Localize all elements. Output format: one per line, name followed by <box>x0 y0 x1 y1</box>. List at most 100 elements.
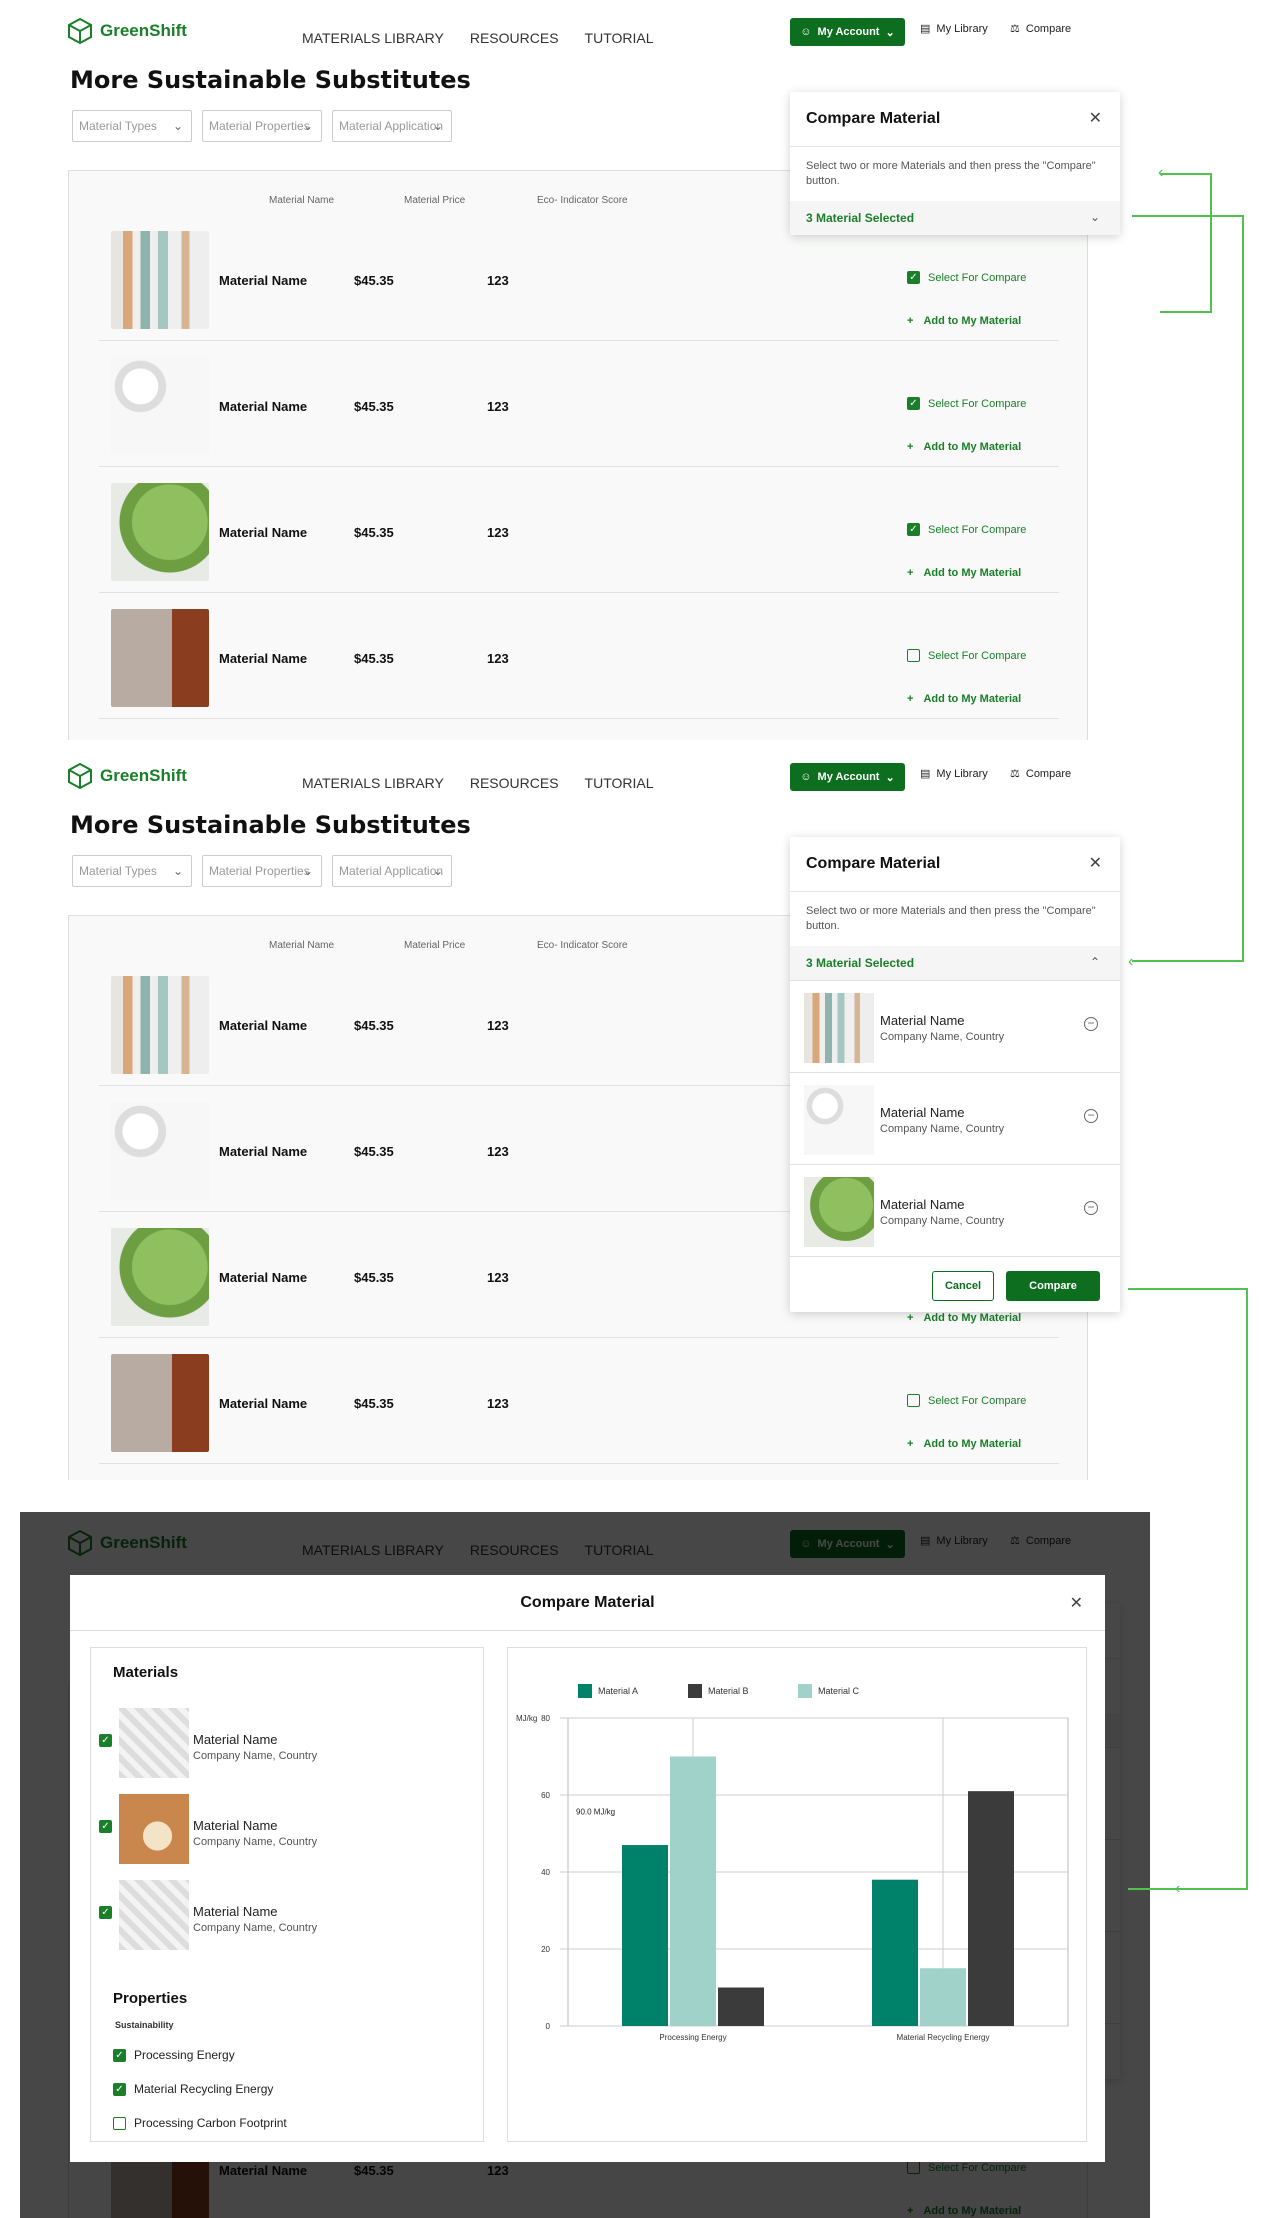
checkbox[interactable]: ✓ <box>907 397 920 410</box>
add-to-my-material[interactable]: + Add to My Material <box>907 1312 1021 1324</box>
selected-toggle[interactable]: 3 Material Selected ⌃ <box>790 946 1120 980</box>
table-row: Material Name $45.35 123 ✓ Select For Com… <box>99 343 1059 467</box>
menu-item[interactable]: TUTORIAL <box>585 775 654 791</box>
filter-dropdown[interactable]: Material Properties⌄ <box>202 110 322 142</box>
bar <box>718 1987 764 2026</box>
checkbox[interactable]: ✓ <box>99 1734 112 1747</box>
close-icon[interactable]: ✕ <box>1089 108 1102 128</box>
checkbox[interactable]: ✓ <box>99 1906 112 1919</box>
y-tick-label: 20 <box>541 1945 550 1954</box>
close-icon[interactable]: ✕ <box>1070 1593 1083 1613</box>
y-tick-label: 60 <box>541 1791 550 1800</box>
material-thumbnail[interactable] <box>111 483 209 581</box>
select-for-compare[interactable]: ✓ Select For Compare <box>907 523 1026 536</box>
filter-label: Material Properties <box>209 864 310 878</box>
add-label: Add to My Material <box>923 1312 1022 1324</box>
material-price: $45.35 <box>354 399 394 414</box>
company-name: Company Name, Country <box>193 1922 318 1934</box>
my-library-link[interactable]: ▤ My Library <box>920 22 988 36</box>
menu-item[interactable]: TUTORIAL <box>585 30 654 46</box>
table-row: Material Name $45.35 123 Select For Comp… <box>99 1340 1059 1464</box>
compare-link[interactable]: ⚖ Compare <box>1010 767 1071 781</box>
account-label: My Account <box>817 26 880 38</box>
compare-link[interactable]: ⚖ Compare <box>1010 22 1071 36</box>
eco-score: 123 <box>487 1270 509 1285</box>
checkbox[interactable] <box>907 649 920 662</box>
checkbox[interactable] <box>907 1394 920 1407</box>
material-thumbnail[interactable] <box>111 976 209 1074</box>
add-to-my-material[interactable]: + Add to My Material <box>907 1438 1021 1450</box>
property-option[interactable]: ✓ Processing Energy <box>113 2048 235 2062</box>
filter-dropdown[interactable]: Material Properties⌄ <box>202 855 322 887</box>
menu-item[interactable]: MATERIALS LIBRARY <box>302 775 444 791</box>
filter-label: Material Types <box>79 864 157 878</box>
checkbox[interactable]: ✓ <box>113 2048 126 2062</box>
material-thumbnail[interactable] <box>111 1354 209 1452</box>
filter-dropdown[interactable]: Material Application⌄ <box>332 855 452 887</box>
checkbox[interactable] <box>113 2116 126 2130</box>
connector-arrow <box>1128 1288 1248 1890</box>
cancel-button[interactable]: Cancel <box>932 1271 994 1301</box>
material-name: Material Name <box>219 399 308 414</box>
filter-dropdown[interactable]: Material Types ⌄ <box>72 855 192 887</box>
material-price: $45.35 <box>354 525 394 540</box>
add-to-my-material[interactable]: + Add to My Material <box>907 693 1021 705</box>
add-label: Add to My Material <box>923 693 1022 705</box>
material-thumbnail <box>119 1880 189 1950</box>
plus-icon: + <box>907 315 914 327</box>
brand-logo[interactable]: GreenShift <box>68 18 187 44</box>
material-thumbnail[interactable] <box>111 609 209 707</box>
close-icon[interactable]: ✕ <box>1089 853 1102 873</box>
main-menu: MATERIALS LIBRARY RESOURCES TUTORIAL <box>302 775 654 791</box>
material-name: Material Name <box>219 1144 308 1159</box>
checkbox[interactable]: ✓ <box>907 271 920 284</box>
remove-icon[interactable]: − <box>1084 1017 1098 1031</box>
property-label: Material Recycling Energy <box>134 2082 274 2096</box>
selected-toggle[interactable]: 3 Material Selected ⌄ <box>790 201 1120 235</box>
material-thumbnail[interactable] <box>111 1228 209 1326</box>
chart-annotation: 90.0 MJ/kg <box>576 1807 615 1816</box>
select-label: Select For Compare <box>928 649 1027 662</box>
select-for-compare[interactable]: ✓ Select For Compare <box>907 397 1026 410</box>
user-icon: ☺ <box>800 771 812 783</box>
my-library-link[interactable]: ▤ My Library <box>920 767 988 781</box>
selected-material: Material Name Company Name, Country − <box>790 980 1120 1072</box>
my-account-button[interactable]: ☺ My Account ⌄ <box>790 763 905 791</box>
checkbox[interactable]: ✓ <box>907 523 920 536</box>
menu-item[interactable]: MATERIALS LIBRARY <box>302 30 444 46</box>
my-account-button[interactable]: ☺ My Account ⌄ <box>790 18 905 46</box>
material-name: Material Name <box>219 651 308 666</box>
compare-button[interactable]: Compare <box>1006 1271 1100 1301</box>
checkbox[interactable]: ✓ <box>99 1820 112 1833</box>
arrow-head-icon: ‹ <box>1128 953 1134 970</box>
material-thumbnail[interactable] <box>111 1102 209 1200</box>
filter-dropdown[interactable]: Material Types ⌄ <box>72 110 192 142</box>
checkbox[interactable]: ✓ <box>113 2082 126 2096</box>
brand-logo[interactable]: GreenShift <box>68 763 187 789</box>
select-for-compare[interactable]: Select For Compare <box>907 649 1026 662</box>
remove-icon[interactable]: − <box>1084 1109 1098 1123</box>
property-option[interactable]: Processing Carbon Footprint <box>113 2116 287 2130</box>
panel-title: Compare Material <box>790 92 1120 147</box>
material-thumbnail[interactable] <box>111 231 209 329</box>
add-to-my-material[interactable]: + Add to My Material <box>907 441 1021 453</box>
y-tick-label: 80 <box>541 1714 550 1723</box>
add-to-my-material[interactable]: + Add to My Material <box>907 315 1021 327</box>
select-for-compare[interactable]: Select For Compare <box>907 1394 1026 1407</box>
y-tick-label: 0 <box>546 2022 551 2031</box>
material-thumbnail[interactable] <box>111 357 209 455</box>
add-label: Add to My Material <box>923 441 1022 453</box>
filter-dropdown[interactable]: Material Application⌄ <box>332 110 452 142</box>
brand-name: GreenShift <box>100 21 187 40</box>
add-to-my-material[interactable]: + Add to My Material <box>907 567 1021 579</box>
properties-heading: Properties <box>113 1990 188 2007</box>
select-for-compare[interactable]: ✓ Select For Compare <box>907 271 1026 284</box>
eco-score: 123 <box>487 651 509 666</box>
remove-icon[interactable]: − <box>1084 1201 1098 1215</box>
company-name: Company Name, Country <box>193 1836 318 1848</box>
menu-item[interactable]: RESOURCES <box>470 30 559 46</box>
material-price: $45.35 <box>354 1270 394 1285</box>
menu-item[interactable]: RESOURCES <box>470 775 559 791</box>
property-option[interactable]: ✓ Material Recycling Energy <box>113 2082 273 2096</box>
library-icon: ▤ <box>920 768 931 780</box>
